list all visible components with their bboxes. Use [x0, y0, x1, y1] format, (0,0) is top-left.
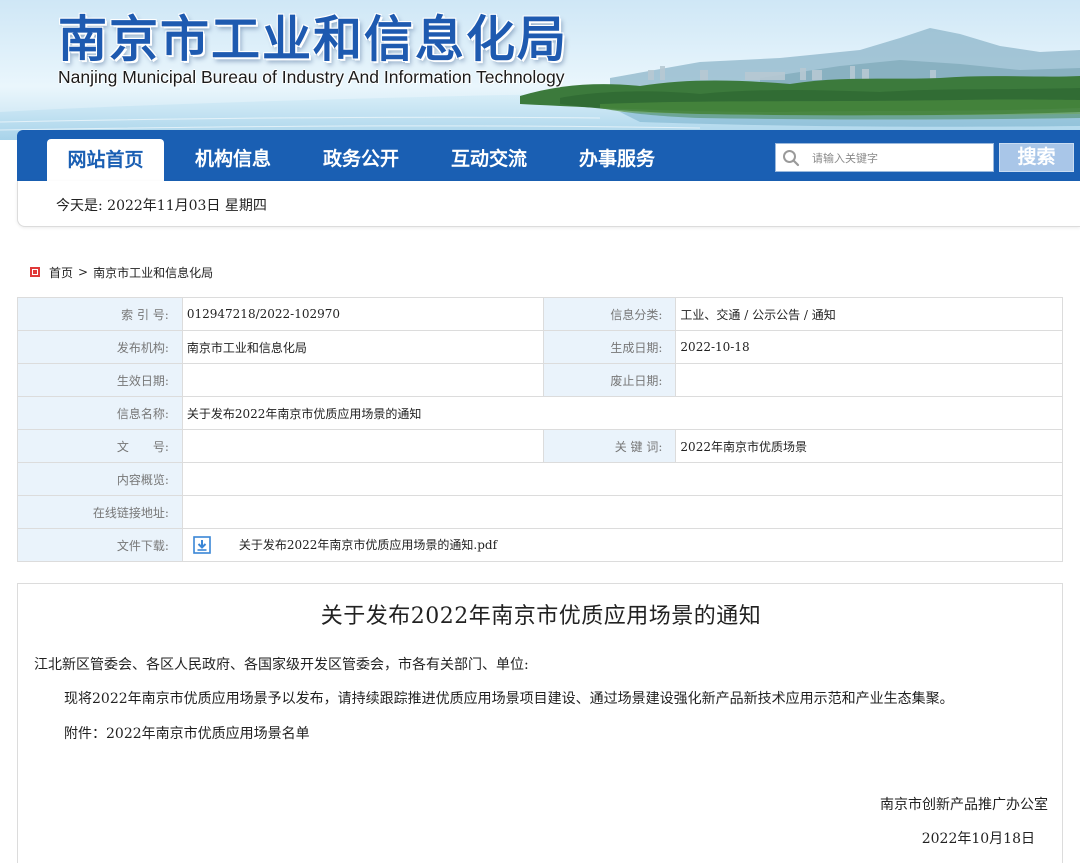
summary-label: 内容概览:: [17, 462, 183, 496]
search-box: [775, 143, 994, 172]
site-title-chinese: 南京市工业和信息化局: [58, 11, 569, 68]
document-number-value: [181, 429, 544, 463]
nav-item-interaction[interactable]: 互动交流: [433, 130, 545, 181]
publisher-label: 发布机构:: [17, 330, 183, 364]
download-file-link[interactable]: 关于发布2022年南京市优质应用场景的通知.pdf: [239, 538, 497, 552]
nav-item-organization[interactable]: 机构信息: [177, 130, 289, 181]
table-row: 信息名称: 关于发布2022年南京市优质应用场景的通知: [17, 396, 1064, 430]
search-button[interactable]: 搜索: [999, 143, 1074, 172]
nav-item-government-affairs[interactable]: 政务公开: [305, 130, 417, 181]
breadcrumb-current[interactable]: 南京市工业和信息化局: [93, 264, 213, 281]
breadcrumb-separator: >: [78, 265, 89, 279]
location-icon: [30, 267, 40, 277]
article-body: 现将2022年南京市优质应用场景予以发布，请持续跟踪推进优质应用场景项目建设、通…: [64, 691, 954, 707]
online-link-label: 在线链接地址:: [17, 495, 183, 529]
today-date: 今天是: 2022年11月03日 星期四: [56, 198, 267, 214]
effective-date-label: 生效日期:: [17, 363, 183, 397]
breadcrumb: 首页 > 南京市工业和信息化局: [30, 264, 213, 280]
search-input[interactable]: [812, 147, 987, 169]
category-value: 工业、交通 / 公示公告 / 通知: [675, 297, 1063, 331]
index-number-value: 012947218/2022-102970: [181, 297, 544, 331]
abolish-date-value: [675, 363, 1063, 397]
article-attachment: 附件：2022年南京市优质应用场景名单: [64, 726, 310, 742]
table-row: 文件下载: 关于发布2022年南京市优质应用场景的通知.pdf: [17, 528, 1064, 562]
created-date-value: 2022-10-18: [675, 330, 1063, 364]
date-bar: 今天是: 2022年11月03日 星期四: [17, 181, 1080, 227]
table-row: 文 号: 关 键 词: 2022年南京市优质场景: [17, 429, 1063, 463]
breadcrumb-home[interactable]: 首页: [49, 264, 73, 281]
keywords-value: 2022年南京市优质场景: [675, 429, 1063, 463]
nav-item-services[interactable]: 办事服务: [561, 130, 673, 181]
info-name-value: 关于发布2022年南京市优质应用场景的通知: [181, 396, 1064, 430]
publisher-value: 南京市工业和信息化局: [181, 330, 544, 364]
table-row: 内容概览:: [17, 462, 1064, 496]
file-download-cell: 关于发布2022年南京市优质应用场景的通知.pdf: [181, 528, 1064, 562]
file-download-label: 文件下载:: [17, 528, 183, 562]
table-row: 生效日期: 废止日期:: [17, 363, 1063, 397]
online-link-value: [181, 495, 1064, 529]
abolish-date-label: 废止日期:: [542, 363, 677, 397]
document-metadata-table: 索 引 号: 012947218/2022-102970 信息分类: 工业、交通…: [17, 297, 1064, 562]
index-number-label: 索 引 号:: [17, 297, 183, 331]
article-signature: 南京市创新产品推广办公室: [880, 797, 1048, 813]
article-date: 2022年10月18日: [921, 831, 1035, 847]
document-number-label: 文 号:: [17, 429, 183, 463]
search-icon: [783, 150, 800, 167]
main-navigation: 网站首页 机构信息 政务公开 互动交流 办事服务 搜索: [17, 130, 1080, 181]
keywords-label: 关 键 词:: [542, 429, 677, 463]
site-title-english: Nanjing Municipal Bureau of Industry And…: [58, 67, 565, 87]
download-icon[interactable]: [193, 536, 211, 555]
table-row: 索 引 号: 012947218/2022-102970 信息分类: 工业、交通…: [17, 297, 1063, 331]
summary-value: [181, 462, 1064, 496]
article-title: 关于发布2022年南京市优质应用场景的通知: [320, 604, 762, 629]
category-label: 信息分类:: [542, 297, 677, 331]
created-date-label: 生成日期:: [542, 330, 677, 364]
table-row: 发布机构: 南京市工业和信息化局 生成日期: 2022-10-18: [17, 330, 1063, 364]
table-row: 在线链接地址:: [17, 495, 1064, 529]
effective-date-value: [181, 363, 544, 397]
article-content: 关于发布2022年南京市优质应用场景的通知 江北新区管委会、各区人民政府、各国家…: [17, 583, 1063, 863]
nav-item-home[interactable]: 网站首页: [47, 139, 164, 181]
article-salutation: 江北新区管委会、各区人民政府、各国家级开发区管委会，市各有关部门、单位:: [34, 657, 529, 673]
site-banner: 南京市工业和信息化局 Nanjing Municipal Bureau of I…: [0, 0, 1080, 140]
info-name-label: 信息名称:: [17, 396, 183, 430]
